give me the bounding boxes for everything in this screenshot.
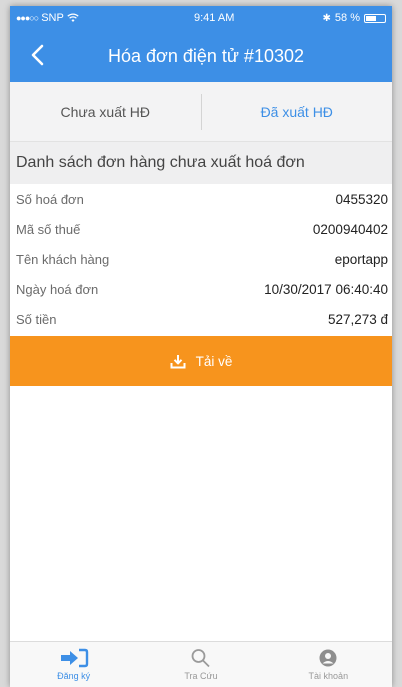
bottom-tab-bar: Đăng ký Tra Cứu Tài khoản [10, 641, 392, 687]
tab-label: Đăng ký [57, 671, 91, 681]
search-icon [191, 649, 210, 668]
tab-issued[interactable]: Đã xuất HĐ [202, 104, 393, 120]
status-bar: ●●●○○ SNP 9:41 AM ✱ 58 % [10, 6, 392, 30]
detail-label: Mã số thuế [16, 221, 81, 237]
chevron-left-icon [31, 44, 44, 66]
detail-value: eportapp [334, 251, 388, 267]
section-title: Danh sách đơn hàng chưa xuất hoá đơn [10, 142, 392, 184]
detail-label: Số hoá đơn [16, 191, 84, 207]
phone-screen: ●●●○○ SNP 9:41 AM ✱ 58 % Hóa đơn điện tử… [10, 6, 392, 687]
tab-not-issued[interactable]: Chưa xuất HĐ [10, 104, 201, 120]
detail-value: 527,273 đ [327, 311, 388, 327]
tab-lookup[interactable]: Tra Cứu [137, 642, 264, 687]
detail-value: 10/30/2017 06:40:40 [264, 281, 388, 297]
battery-icon [364, 13, 386, 23]
status-time: 9:41 AM [194, 12, 235, 24]
detail-label: Số tiền [16, 311, 57, 327]
detail-row-customer-name: Tên khách hàng eportapp [10, 244, 392, 274]
account-icon [319, 649, 337, 667]
detail-row-invoice-date: Ngày hoá đơn 10/30/2017 06:40:40 [10, 274, 392, 304]
detail-value: 0200940402 [312, 221, 388, 237]
tab-label: Tài khoản [308, 671, 349, 681]
detail-value: 0455320 [335, 191, 388, 207]
segment-tabs: Chưa xuất HĐ Đã xuất HĐ [10, 82, 392, 142]
tab-account[interactable]: Tài khoản [265, 642, 392, 687]
detail-row-invoice-number: Số hoá đơn 0455320 [10, 184, 392, 214]
invoice-details: Số hoá đơn 0455320 Mã số thuế 0200940402… [10, 184, 392, 334]
battery-fill [366, 15, 377, 21]
page-title: Hóa đơn điện tử #10302 [108, 45, 304, 66]
download-button[interactable]: Tải về [10, 336, 392, 386]
download-label: Tải về [195, 353, 233, 369]
tab-label: Tra Cứu [184, 671, 218, 681]
signal-icon: ●●●○○ [16, 13, 39, 23]
detail-label: Tên khách hàng [16, 251, 110, 267]
download-icon [170, 354, 186, 368]
detail-row-tax-code: Mã số thuế 0200940402 [10, 214, 392, 244]
status-left: ●●●○○ SNP [16, 12, 146, 24]
top-bar: ●●●○○ SNP 9:41 AM ✱ 58 % Hóa đơn điện tử… [10, 6, 392, 82]
nav-row: Hóa đơn điện tử #10302 [10, 30, 392, 82]
detail-row-amount: Số tiền 527,273 đ [10, 304, 392, 334]
wifi-icon [67, 13, 79, 22]
status-right: ✱ 58 % [266, 12, 386, 24]
carrier-label: SNP [41, 12, 64, 24]
sign-in-icon [60, 648, 88, 668]
back-button[interactable] [22, 40, 52, 70]
battery-text: 58 % [334, 12, 360, 24]
detail-label: Ngày hoá đơn [16, 281, 99, 297]
tab-register[interactable]: Đăng ký [10, 642, 137, 687]
bluetooth-icon: ✱ [322, 12, 331, 24]
